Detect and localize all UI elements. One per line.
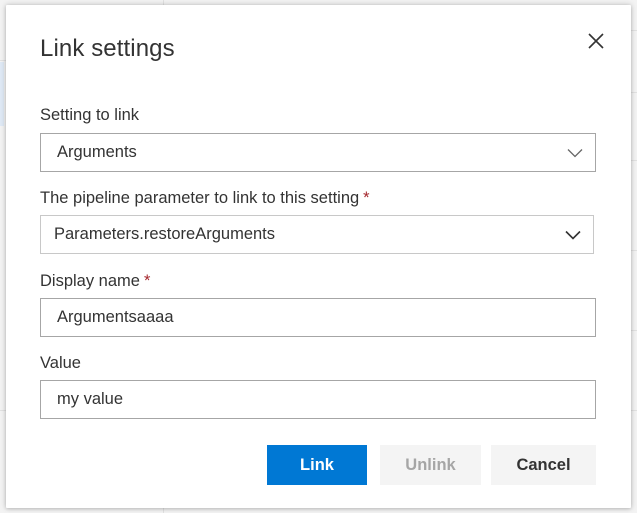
chevron-down-icon bbox=[555, 134, 595, 171]
background-divider bbox=[631, 330, 637, 331]
background-selected-row bbox=[0, 62, 4, 126]
unlink-button[interactable]: Unlink bbox=[380, 445, 481, 485]
required-marker: * bbox=[143, 272, 151, 290]
pipeline-parameter-label: The pipeline parameter to link to this s… bbox=[40, 189, 370, 208]
value-label: Value bbox=[40, 354, 81, 372]
required-marker: * bbox=[363, 189, 370, 207]
link-button[interactable]: Link bbox=[267, 445, 367, 485]
dialog-title: Link settings bbox=[40, 35, 175, 62]
close-icon bbox=[588, 33, 604, 49]
display-name-label: Display name * bbox=[40, 272, 150, 291]
close-button[interactable] bbox=[582, 27, 610, 55]
background-divider bbox=[163, 508, 164, 513]
background-divider bbox=[631, 30, 637, 31]
background-divider bbox=[631, 160, 637, 161]
pipeline-parameter-value: Parameters.restoreArguments bbox=[54, 225, 276, 243]
setting-to-link-label: Setting to link bbox=[40, 106, 140, 124]
background-divider bbox=[631, 250, 637, 251]
display-name-label-text: Display name bbox=[40, 272, 140, 290]
setting-to-link-dropdown[interactable]: Arguments bbox=[40, 133, 596, 172]
pipeline-parameter-label-text: The pipeline parameter to link to this s… bbox=[40, 189, 360, 207]
pipeline-parameter-dropdown[interactable]: Parameters.restoreArguments bbox=[40, 215, 594, 254]
value-input[interactable] bbox=[40, 380, 596, 419]
display-name-input[interactable] bbox=[40, 298, 596, 337]
background-divider bbox=[631, 410, 637, 411]
cancel-button[interactable]: Cancel bbox=[491, 445, 596, 485]
background-divider bbox=[631, 92, 637, 93]
link-settings-dialog: Link settings Setting to link Arguments … bbox=[6, 5, 631, 508]
chevron-down-icon bbox=[553, 216, 593, 253]
setting-to-link-value: Arguments bbox=[57, 143, 137, 161]
